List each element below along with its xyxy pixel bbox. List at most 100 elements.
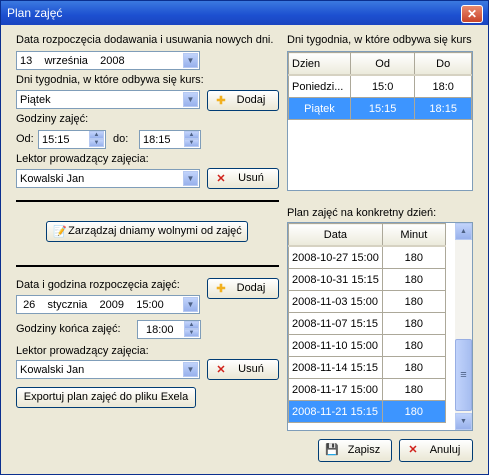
remove-icon: ✕ <box>216 173 226 185</box>
weekday-select-value: Piątek <box>20 94 51 106</box>
table-cell: 180 <box>381 334 446 357</box>
start-date-picker[interactable]: 13 września 2008 ▼ <box>16 51 200 70</box>
hours-label: Godziny zajęć: <box>16 113 89 125</box>
weekdays-table[interactable]: Dzien Od Do Poniedzi... 15:0 18:0 Piątek… <box>287 51 473 191</box>
chevron-down-icon[interactable]: ▼ <box>183 297 198 312</box>
save-button[interactable]: 💾 Zapisz <box>318 439 392 462</box>
dialog-client: Data rozpoczęcia dodawania i usuwania no… <box>4 25 485 471</box>
dialog-window: Plan zajęć ✕ Data rozpoczęcia dodawania … <box>0 0 489 475</box>
table-cell: 2008-11-14 15:15 <box>288 356 383 379</box>
table-cell: 2008-11-03 15:00 <box>288 290 383 313</box>
table-cell: 180 <box>381 268 446 291</box>
lower-lector-label: Lektor prowadzący zajęcia: <box>16 345 149 357</box>
to-label: do: <box>113 133 129 145</box>
spin-down-icon[interactable]: ▼ <box>184 139 199 147</box>
chevron-down-icon[interactable]: ▼ <box>183 53 198 68</box>
weekday-label: Dni tygodnia, w które odbywa się kurs: <box>16 74 204 86</box>
table-cell: 2008-10-31 15:15 <box>288 268 383 291</box>
remove-class-button[interactable]: ✕ Usuń <box>207 359 279 380</box>
datetime-time: 15:00 <box>136 299 164 311</box>
close-icon: ✕ <box>466 7 478 21</box>
remove-weekday-button[interactable]: ✕ Usuń <box>207 168 279 189</box>
cancel-button[interactable]: ✕ Anuluj <box>399 439 473 462</box>
table-cell: 180 <box>381 356 446 379</box>
weekdays-table-label: Dni tygodnia, w które odbywa się kurs <box>287 34 472 46</box>
schedule-scrollbar[interactable]: ▲ ≡ ▼ <box>455 223 472 430</box>
scroll-thumb[interactable]: ≡ <box>455 339 472 411</box>
table-row[interactable]: 2008-11-14 15:15 180 <box>288 356 446 379</box>
section-divider <box>16 200 279 202</box>
manage-free-days-button[interactable]: 📝 Zarządzaj dniamy wolnymi od zajęć <box>46 221 248 242</box>
scroll-down-icon[interactable]: ▼ <box>455 413 472 430</box>
datetime-year: 2009 <box>99 299 125 311</box>
table-cell: 15:15 <box>349 97 416 120</box>
table-row[interactable]: 2008-11-10 15:00 180 <box>288 334 446 357</box>
chevron-down-icon[interactable]: ▼ <box>183 171 198 186</box>
add-icon: ✚ <box>216 95 226 107</box>
export-excel-button-label: Exportuj plan zajęć do pliku Exela <box>23 391 189 403</box>
lower-lector-select-value: Kowalski Jan <box>20 364 85 376</box>
table-cell: 180 <box>381 312 446 335</box>
remove-icon: ✕ <box>408 444 418 456</box>
column-header[interactable]: Od <box>349 52 416 76</box>
datetime-picker[interactable]: 26 stycznia 2009 15:00 ▼ <box>16 295 200 314</box>
table-cell: 2008-11-07 15:15 <box>288 312 383 335</box>
column-header[interactable]: Data <box>288 223 383 247</box>
datetime-month: stycznia <box>47 299 88 311</box>
close-button[interactable]: ✕ <box>461 5 483 23</box>
end-time-label: Godziny końca zajęć: <box>16 323 121 335</box>
remove-weekday-button-label: Usuń <box>238 172 264 184</box>
spin-up-icon[interactable]: ▲ <box>89 131 104 139</box>
window-title: Plan zajęć <box>7 6 63 20</box>
schedule-table[interactable]: Data Minut 2008-10-27 15:00 180 2008-10-3… <box>287 222 473 431</box>
section-divider <box>16 265 279 267</box>
datetime-day: 26 <box>23 299 36 311</box>
title-bar[interactable]: Plan zajęć ✕ <box>1 1 488 25</box>
from-time-field[interactable]: 15:15 ▲ ▼ <box>38 130 106 149</box>
add-class-button[interactable]: ✚ Dodaj <box>207 278 279 299</box>
schedule-table-label: Plan zajęć na konkretny dzień: <box>287 207 437 219</box>
table-cell: 180 <box>381 290 446 313</box>
table-row[interactable]: 2008-11-03 15:00 180 <box>288 290 446 313</box>
table-cell: 18:15 <box>414 97 472 120</box>
add-icon: ✚ <box>216 283 226 295</box>
lector-label: Lektor prowadzący zajęcia: <box>16 153 149 165</box>
table-row[interactable]: 2008-10-31 15:15 180 <box>288 268 446 291</box>
end-time-value: 18:00 <box>146 324 174 336</box>
table-cell: 15:0 <box>349 74 416 98</box>
table-cell: 2008-11-17 15:00 <box>288 378 383 401</box>
to-time-field[interactable]: 18:15 ▲ ▼ <box>139 130 201 149</box>
spin-up-icon[interactable]: ▲ <box>184 321 199 329</box>
start-date-label: Data rozpoczęcia dodawania i usuwania no… <box>16 34 274 46</box>
column-header[interactable]: Do <box>414 52 472 76</box>
lector-select-value: Kowalski Jan <box>20 173 85 185</box>
export-excel-button[interactable]: Exportuj plan zajęć do pliku Exela <box>16 387 196 408</box>
spin-down-icon[interactable]: ▼ <box>89 139 104 147</box>
spin-up-icon[interactable]: ▲ <box>184 131 199 139</box>
chevron-down-icon[interactable]: ▼ <box>183 362 198 377</box>
table-row[interactable]: Poniedzi... 15:0 18:0 <box>288 74 472 98</box>
manage-free-days-button-label: Zarządzaj dniamy wolnymi od zajęć <box>68 225 242 237</box>
table-row[interactable]: 2008-11-07 15:15 180 <box>288 312 446 335</box>
table-row[interactable]: Piątek 15:15 18:15 <box>288 97 472 120</box>
weekday-select[interactable]: Piątek ▼ <box>16 90 200 109</box>
from-time-value: 15:15 <box>42 134 70 146</box>
spin-down-icon[interactable]: ▼ <box>184 329 199 337</box>
lector-select[interactable]: Kowalski Jan ▼ <box>16 169 200 188</box>
table-cell: 2008-10-27 15:00 <box>288 245 383 269</box>
end-time-field[interactable]: 18:00 ▲ ▼ <box>137 320 201 339</box>
calendar-icon: 📝 <box>53 226 67 238</box>
start-date-day: 13 <box>20 55 33 67</box>
table-row[interactable]: 2008-10-27 15:00 180 <box>288 245 446 269</box>
table-cell: 180 <box>381 400 446 423</box>
table-cell: 2008-11-21 15:15 <box>288 400 383 423</box>
from-label: Od: <box>16 133 34 145</box>
column-header[interactable]: Minut <box>381 223 446 247</box>
table-row[interactable]: 2008-11-21 15:15 180 <box>288 400 446 423</box>
column-header[interactable]: Dzien <box>288 52 351 76</box>
lower-lector-select[interactable]: Kowalski Jan ▼ <box>16 360 200 379</box>
scroll-up-icon[interactable]: ▲ <box>455 223 472 240</box>
table-row[interactable]: 2008-11-17 15:00 180 <box>288 378 446 401</box>
chevron-down-icon[interactable]: ▼ <box>183 92 198 107</box>
add-weekday-button[interactable]: ✚ Dodaj <box>207 90 279 111</box>
